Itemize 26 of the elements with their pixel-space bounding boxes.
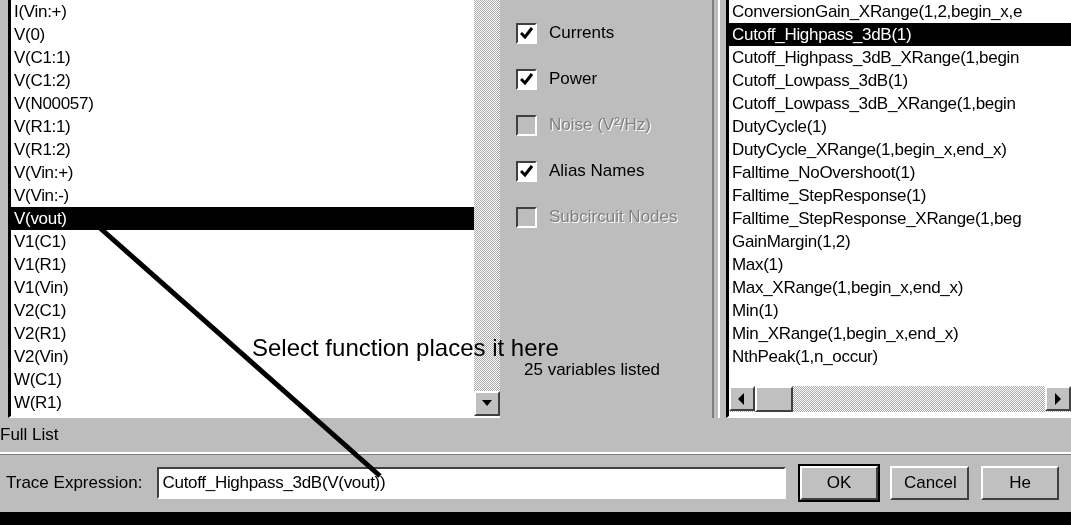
option-label: Power: [549, 69, 598, 89]
function-item[interactable]: Cutoff_Highpass_3dB(1): [729, 23, 1071, 46]
check-icon: [520, 73, 533, 85]
scroll-down-button[interactable]: [474, 391, 500, 416]
check-icon: [520, 165, 533, 177]
filter-label: Full List: [0, 424, 60, 446]
variable-item[interactable]: V(vout): [11, 207, 474, 230]
scroll-right-button[interactable]: [1045, 386, 1071, 411]
dialog-button[interactable]: Cancel: [889, 466, 969, 500]
option-label: Alias Names: [549, 161, 645, 181]
checkbox[interactable]: [516, 68, 537, 90]
option-label: Subcircuit Nodes: [549, 207, 678, 227]
option-label: Noise (V²/Hz): [549, 115, 651, 135]
checkbox[interactable]: [516, 160, 537, 182]
field-label: Trace Expression:: [6, 473, 144, 493]
dialog-button[interactable]: OK: [799, 466, 878, 500]
scroll-left-button[interactable]: [729, 386, 755, 411]
check-icon: [520, 27, 533, 39]
trace-expression-field[interactable]: Cutoff_Highpass_3dB(V(vout)): [156, 467, 786, 499]
option-label: Currents: [549, 23, 615, 43]
variable-count: 25 variables listed: [523, 360, 662, 380]
checkbox[interactable]: [516, 22, 537, 44]
scroll-thumb[interactable]: [755, 386, 793, 412]
annotation-text: Select function places it here: [252, 334, 559, 362]
dialog-button[interactable]: He: [981, 466, 1059, 500]
scrollbar[interactable]: [729, 386, 1071, 412]
